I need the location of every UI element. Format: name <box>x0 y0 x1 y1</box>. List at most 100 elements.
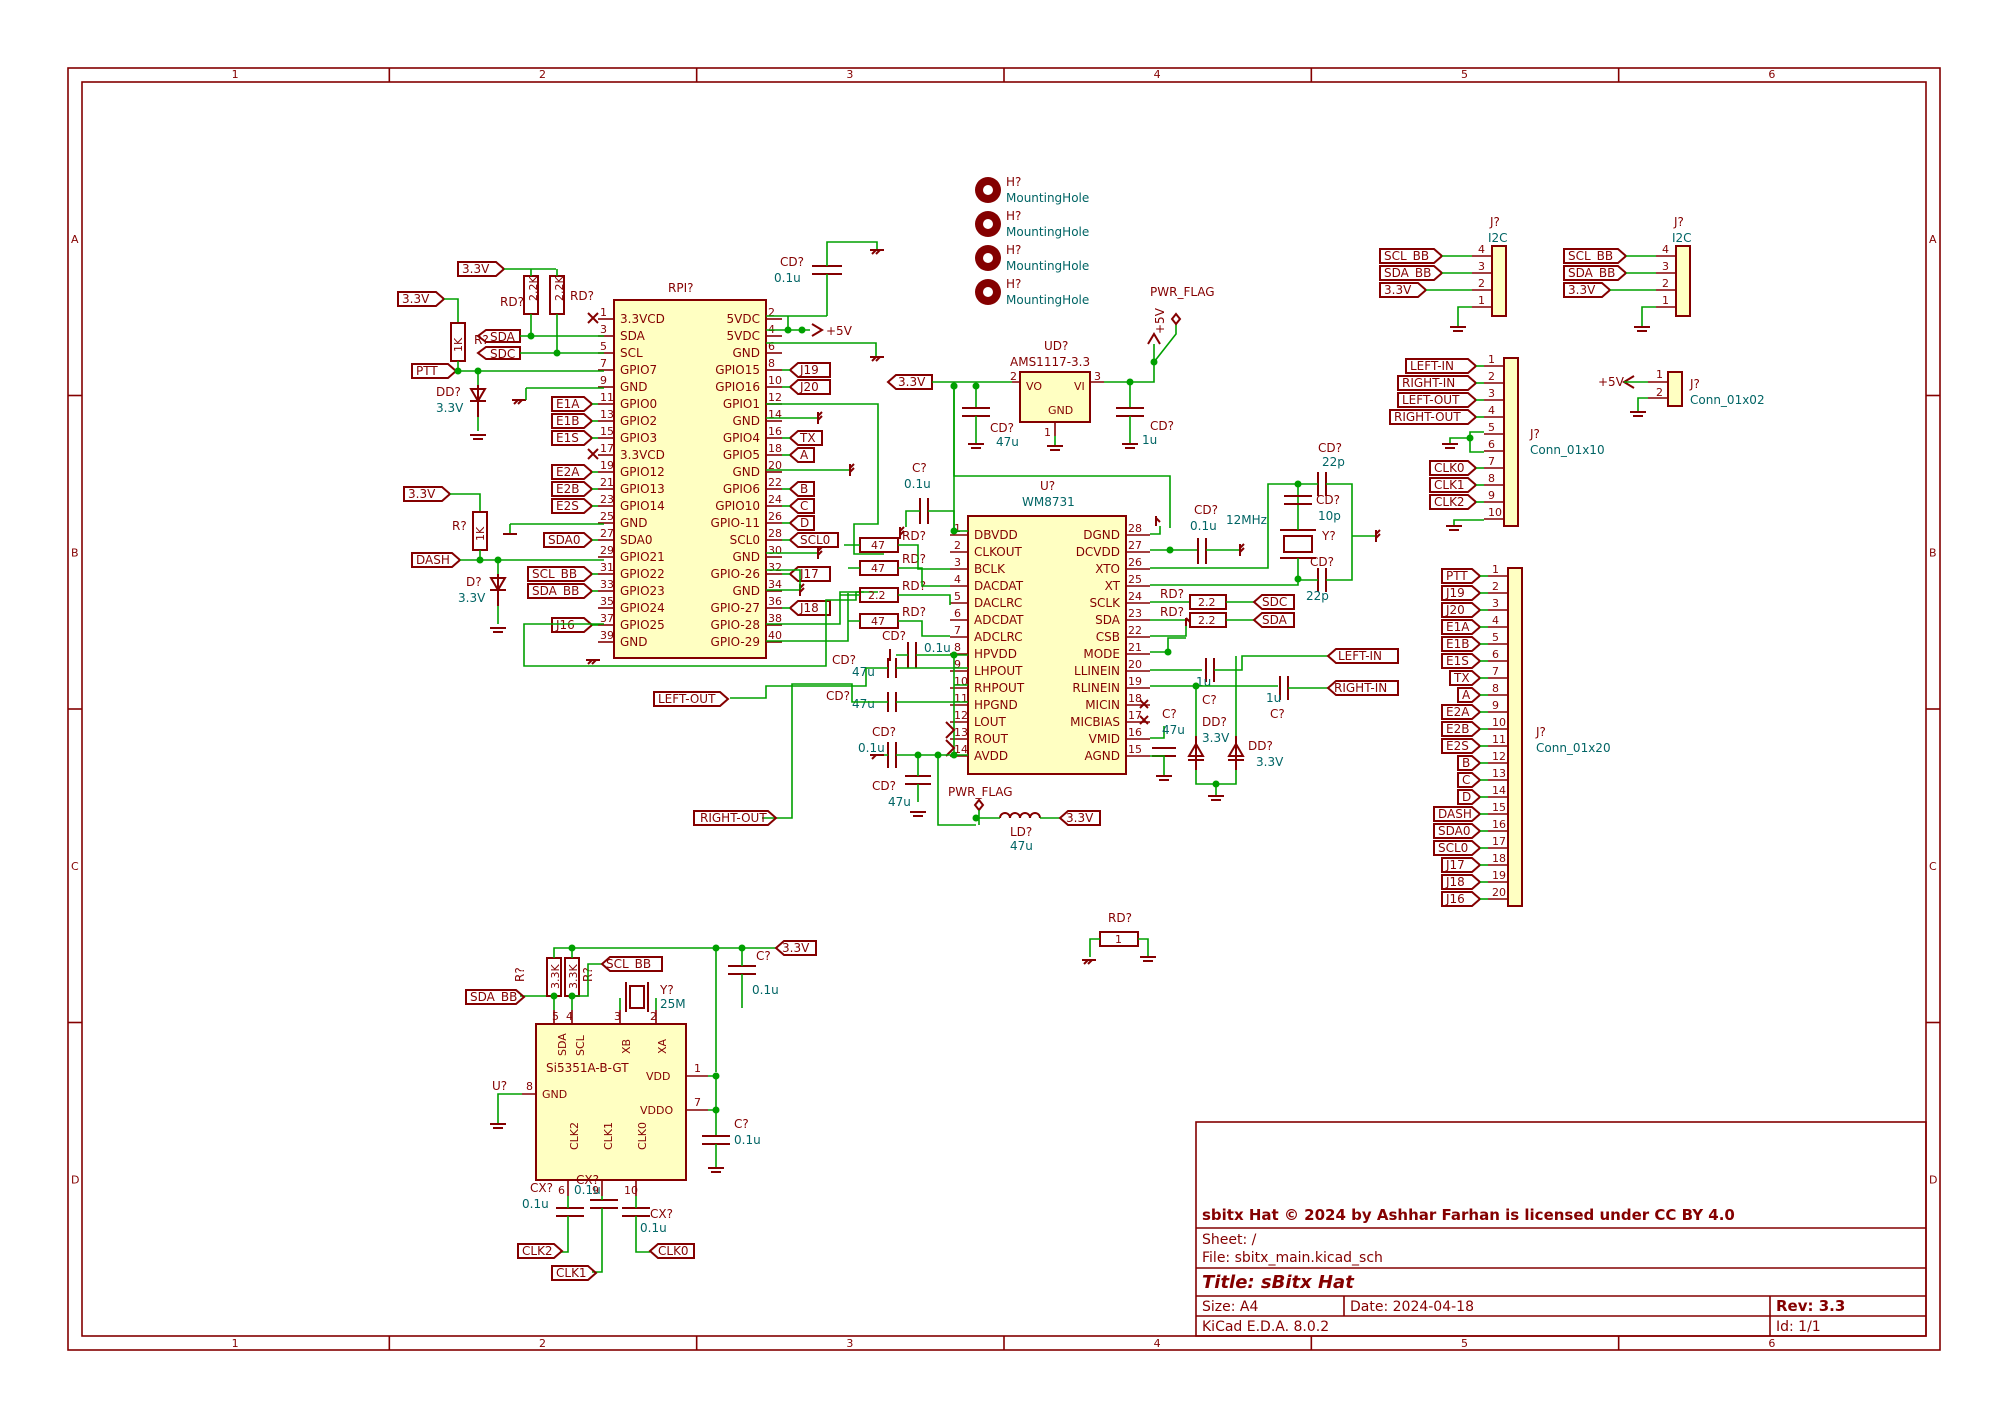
svg-text:Y?: Y? <box>1321 529 1336 543</box>
conn20-pin-number: 12 <box>1492 750 1506 763</box>
no-connect-mark <box>587 312 599 324</box>
wm-pin-number: 21 <box>1128 641 1142 654</box>
svg-text:SDA: SDA <box>1262 613 1288 627</box>
net-label-conn20-text: J18 <box>1445 875 1465 889</box>
conn20-pin-number: 10 <box>1492 716 1506 729</box>
svg-text:MountingHole: MountingHole <box>1006 293 1089 307</box>
zener-diode-dd-2: DD? 3.3V <box>1227 736 1284 770</box>
i2c-pin-number: 3 <box>1662 260 1669 273</box>
net-label-conn20-text: J16 <box>1445 892 1465 906</box>
svg-text:Conn_01x10: Conn_01x10 <box>1530 443 1605 457</box>
net-label-gpio-text: E1S <box>556 431 579 445</box>
svg-text:0.1u: 0.1u <box>574 1183 601 1197</box>
resistor-ref: R? <box>452 519 467 533</box>
border-column-label: 6 <box>1768 68 1775 81</box>
svg-text:5: 5 <box>552 1010 559 1023</box>
wm-pin-name: DBVDD <box>974 528 1018 542</box>
wm-pin-number: 5 <box>954 590 961 603</box>
conn10-pin-number: 5 <box>1488 421 1495 434</box>
capacitor-cd-10p: CD? 10p <box>1284 493 1341 523</box>
border-row-label: A <box>71 233 79 246</box>
svg-text:DD?: DD? <box>436 385 461 399</box>
conn20-pin-number: 9 <box>1492 699 1499 712</box>
wm-pin-number: 11 <box>954 692 968 705</box>
rpi-pin-number: 29 <box>600 544 614 557</box>
svg-text:CD?: CD? <box>826 689 850 703</box>
svg-text:1K: 1K <box>474 526 487 541</box>
svg-text:47: 47 <box>871 615 885 628</box>
rpi-ref: RPI? <box>668 281 693 295</box>
border-row-label: A <box>1929 233 1937 246</box>
net-label-clk2: CLK2 <box>517 1243 564 1259</box>
conn20-pin-number: 7 <box>1492 665 1499 678</box>
conn20-pin-number: 2 <box>1492 580 1499 593</box>
svg-text:10: 10 <box>624 1184 638 1197</box>
svg-text:0.1u: 0.1u <box>752 983 779 997</box>
svg-text:3.3V: 3.3V <box>898 375 926 389</box>
net-label-dash: DASH <box>411 552 462 568</box>
conn20-pin-number: 18 <box>1492 852 1506 865</box>
svg-text:GND: GND <box>1048 404 1073 417</box>
svg-text:0.1u: 0.1u <box>640 1221 667 1235</box>
net-label-conn20-text: J20 <box>1445 603 1465 617</box>
rpi-pin-number: 23 <box>600 493 614 506</box>
conn10-pin-number: 8 <box>1488 472 1495 485</box>
svg-text:+5V: +5V <box>1598 375 1625 389</box>
rpi-pin-name: 5VDC <box>727 329 760 343</box>
border-row-label: C <box>71 860 79 873</box>
svg-text:CD?: CD? <box>882 629 906 643</box>
svg-text:3.3K: 3.3K <box>567 964 580 989</box>
net-label-gpio-text: E2S <box>556 499 579 513</box>
net-label-conn10-text: LEFT-OUT <box>1402 393 1460 407</box>
rpi-pin-name: GPIO10 <box>715 499 760 513</box>
svg-text:Conn_01x20: Conn_01x20 <box>1536 741 1611 755</box>
svg-text:CLK0: CLK0 <box>658 1244 689 1258</box>
capacitor-cd-1u-reg: CD? 1u <box>1116 407 1174 447</box>
svg-text:Y?: Y? <box>659 983 674 997</box>
capacitor-cd-0u1-top: CD? 0.1u <box>774 255 842 285</box>
wm-pin-number: 3 <box>954 556 961 569</box>
svg-text:2: 2 <box>1656 386 1663 399</box>
rpi-pin-name: GPIO5 <box>723 448 760 462</box>
i2c-pin-number: 3 <box>1478 260 1485 273</box>
border-column-label: 4 <box>1154 68 1161 81</box>
border-row-label: D <box>1929 1173 1937 1186</box>
capacitor-c-0u1-bottom: C? 0.1u <box>702 1117 761 1147</box>
net-label-conn20-text: E1A <box>1446 620 1470 634</box>
capacitor-1u-llinein: 1u C? <box>1196 658 1217 707</box>
svg-text:C?: C? <box>756 949 771 963</box>
wm-pin-name: LLINEIN <box>1074 664 1120 678</box>
crystal-y: Y? <box>1280 529 1336 559</box>
rpi-pin-name: GND <box>732 346 760 360</box>
net-label-i2c-text: 3.3V <box>1568 283 1596 297</box>
rpi-pin-number: 18 <box>768 442 782 455</box>
rpi-pin-name: GND <box>620 380 648 394</box>
wm-pin-name: HPVDD <box>974 647 1017 661</box>
rpi-pin-number: 21 <box>600 476 614 489</box>
rpi-pin-name: GPIO16 <box>715 380 760 394</box>
rpi-pin-number: 11 <box>600 391 614 404</box>
svg-text:SCL_BB: SCL_BB <box>606 957 651 971</box>
wm-pin-name: SDA <box>1095 613 1121 627</box>
svg-text:0.1u: 0.1u <box>924 641 951 655</box>
inductor-ld: LD? 47u <box>999 812 1041 853</box>
rpi-pin-name: GPIO1 <box>723 397 760 411</box>
wm-pin-number: 22 <box>1128 624 1142 637</box>
mounting-hole-4: H? MountingHole <box>975 277 1089 307</box>
wm-pin-name: ROUT <box>974 732 1009 746</box>
conn20-pin-number: 14 <box>1492 784 1506 797</box>
net-label-gpio-text: J16 <box>555 618 575 632</box>
net-label-conn20-text: E2S <box>1446 739 1469 753</box>
net-label-i2c-text: SDA_BB <box>1568 266 1615 280</box>
mounting-holes: H? MountingHole H? MountingHole H? Mount… <box>975 175 1089 307</box>
svg-text:CD?: CD? <box>872 725 896 739</box>
resistor-ref: RD? <box>500 295 524 309</box>
rpi-pin-name: GND <box>732 550 760 564</box>
svg-text:CLK1: CLK1 <box>556 1266 587 1280</box>
rpi-pin-number: 37 <box>600 612 614 625</box>
border-column-label: 3 <box>846 68 853 81</box>
border-column-label: 4 <box>1154 1337 1161 1350</box>
rpi-pin-number: 16 <box>768 425 782 438</box>
border-column-label: 1 <box>232 68 239 81</box>
svg-text:2: 2 <box>1010 370 1017 383</box>
